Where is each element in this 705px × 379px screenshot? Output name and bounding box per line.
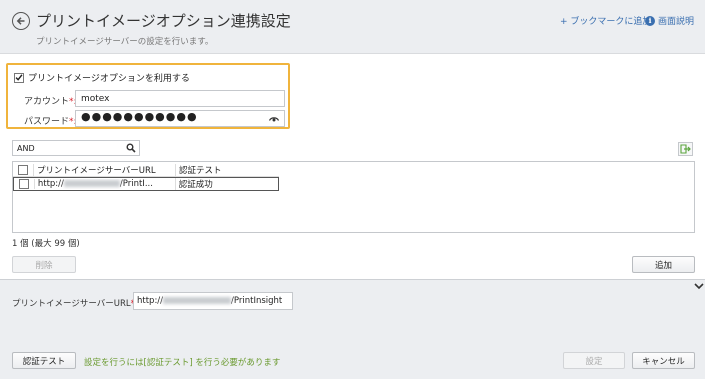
checkmark-icon	[15, 74, 23, 81]
delete-button[interactable]: 削除	[12, 256, 76, 273]
table-row[interactable]: http:///PrintI... 認証成功	[13, 177, 279, 191]
password-input[interactable]: ●●●●●●●●●●●	[75, 110, 285, 127]
add-bookmark-label: + ブックマークに追加	[560, 17, 652, 27]
column-header-auth[interactable]: 認証テスト	[175, 163, 279, 176]
page-subtitle: プリントイメージサーバーの設定を行います。	[36, 37, 214, 47]
export-icon	[680, 144, 691, 154]
select-all-checkbox-cell[interactable]	[13, 164, 33, 175]
checkbox-checked[interactable]	[14, 72, 24, 83]
use-print-image-checkbox[interactable]: プリントイメージオプションを利用する	[14, 71, 190, 84]
table-header-row: プリントイメージサーバーURL 認証テスト	[13, 163, 279, 177]
apply-button[interactable]: 設定	[563, 352, 625, 369]
column-header-url[interactable]: プリントイメージサーバーURL	[33, 163, 175, 176]
server-url-input[interactable]: http:///PrintInsight	[133, 292, 293, 310]
row-checkbox[interactable]	[18, 179, 29, 189]
server-url-label: プリントイメージサーバーURL*:	[12, 297, 138, 309]
row-checkbox-cell[interactable]	[14, 179, 34, 189]
row-url-cell: http:///PrintI...	[33, 179, 175, 189]
info-icon: i	[645, 15, 655, 26]
add-bookmark-link[interactable]: + ブックマークに追加	[560, 14, 651, 27]
page-header: プリントイメージオプション連携設定 プリントイメージサーバーの設定を行います。 …	[0, 0, 705, 54]
search-icon[interactable]	[126, 143, 136, 153]
server-url-table: プリントイメージサーバーURL 認証テスト http:///PrintI... …	[12, 161, 695, 233]
row-auth-cell: 認証成功	[174, 178, 278, 190]
redacted-host	[63, 180, 120, 187]
account-label: アカウント*:	[24, 97, 77, 107]
arrow-left-icon	[16, 17, 25, 25]
search-input[interactable]: AND	[12, 140, 140, 156]
account-input[interactable]: motex	[75, 90, 285, 107]
auth-test-note: 設定を行うには[認証テスト] を行う必要があります	[84, 358, 281, 368]
print-image-settings-panel: プリントイメージオプションを利用する アカウント*: motex パスワード*:…	[6, 63, 290, 129]
screen-help-link[interactable]: i 画面説明	[645, 14, 694, 27]
eye-icon[interactable]	[269, 115, 279, 122]
cancel-button[interactable]: キャンセル	[632, 352, 695, 369]
chevron-down-icon[interactable]	[694, 282, 704, 290]
back-button[interactable]	[12, 12, 30, 30]
page-title: プリントイメージオプション連携設定	[36, 12, 291, 30]
password-label: パスワード*:	[24, 117, 77, 127]
redacted-host	[163, 297, 232, 304]
password-dots: ●●●●●●●●●●●	[81, 110, 198, 123]
use-print-image-label: プリントイメージオプションを利用する	[28, 74, 190, 84]
screen-help-label: 画面説明	[658, 17, 695, 27]
select-all-checkbox[interactable]	[18, 164, 28, 175]
add-button[interactable]: 追加	[632, 256, 695, 273]
export-button[interactable]	[678, 142, 693, 156]
item-count: 1 個 (最大 99 個)	[12, 239, 80, 249]
search-value: AND	[17, 144, 35, 153]
auth-test-button[interactable]: 認証テスト	[12, 352, 76, 369]
